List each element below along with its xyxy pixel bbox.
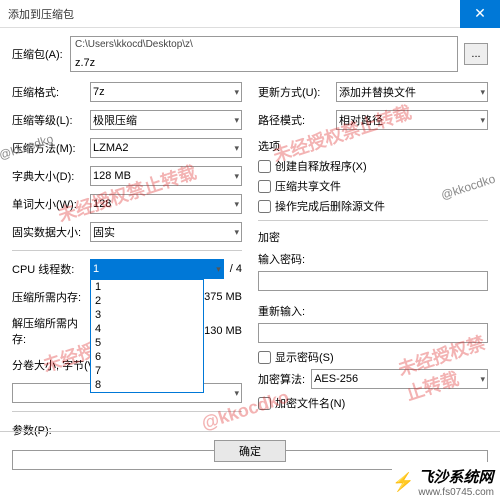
sfx-checkbox[interactable] bbox=[258, 160, 271, 173]
archive-filename: z.7z bbox=[75, 57, 453, 69]
archive-folder: C:\Users\kkocd\Desktop\z\ bbox=[75, 39, 453, 50]
chevron-down-icon: ▾ bbox=[480, 115, 485, 126]
chevron-down-icon: ▾ bbox=[480, 87, 485, 98]
archive-path-input[interactable]: C:\Users\kkocd\Desktop\z\ z.7z bbox=[70, 36, 458, 72]
update-label: 更新方式(U): bbox=[258, 84, 336, 100]
cpu-max: / 4 bbox=[230, 263, 242, 275]
delete-checkbox[interactable] bbox=[258, 200, 271, 213]
close-button[interactable]: ✕ bbox=[460, 0, 500, 28]
share-checkbox[interactable] bbox=[258, 180, 271, 193]
format-label: 压缩格式: bbox=[12, 84, 90, 100]
flame-icon: ⚡ bbox=[392, 472, 414, 493]
cpu-option[interactable]: 1 bbox=[91, 280, 203, 294]
browse-button[interactable]: ... bbox=[464, 43, 488, 65]
cpu-option[interactable]: 8 bbox=[91, 378, 203, 392]
update-select[interactable]: 添加并替换文件▾ bbox=[336, 82, 488, 102]
chevron-down-icon: ▾ bbox=[234, 227, 239, 238]
chevron-down-icon: ▾ bbox=[234, 87, 239, 98]
cpu-threads-dropdown[interactable]: 12345678 bbox=[90, 279, 204, 393]
encrypt-title: 加密 bbox=[258, 229, 488, 245]
algo-select[interactable]: AES-256▾ bbox=[311, 369, 488, 389]
cpu-option[interactable]: 6 bbox=[91, 350, 203, 364]
brand-name: 飞沙系统网 bbox=[418, 466, 494, 487]
showpw-label: 显示密码(S) bbox=[275, 349, 334, 365]
close-icon: ✕ bbox=[474, 5, 486, 22]
delete-label: 操作完成后删除源文件 bbox=[275, 198, 385, 214]
mem-decomp-label: 解压缩所需内存: bbox=[12, 315, 90, 347]
format-select[interactable]: 7z▾ bbox=[90, 82, 242, 102]
word-label: 单词大小(W): bbox=[12, 196, 90, 212]
options-title: 选项 bbox=[258, 138, 488, 154]
pw-label: 输入密码: bbox=[258, 251, 488, 267]
level-select[interactable]: 极限压缩▾ bbox=[90, 110, 242, 130]
pathmode-label: 路径模式: bbox=[258, 112, 336, 128]
mem-comp-label: 压缩所需内存: bbox=[12, 289, 90, 305]
encnames-label: 加密文件名(N) bbox=[275, 395, 345, 411]
sfx-label: 创建自释放程序(X) bbox=[275, 158, 367, 174]
cpu-option[interactable]: 4 bbox=[91, 322, 203, 336]
chevron-down-icon: ▾ bbox=[234, 388, 239, 399]
share-label: 压缩共享文件 bbox=[275, 178, 341, 194]
ok-button[interactable]: 确定 bbox=[214, 440, 286, 462]
algo-label: 加密算法: bbox=[258, 371, 305, 387]
method-select[interactable]: LZMA2▾ bbox=[90, 138, 242, 158]
encnames-checkbox[interactable] bbox=[258, 397, 271, 410]
chevron-down-icon: ▾ bbox=[234, 199, 239, 210]
cpu-label: CPU 线程数: bbox=[12, 261, 90, 277]
dict-select[interactable]: 128 MB▾ bbox=[90, 166, 242, 186]
pw2-label: 重新输入: bbox=[258, 303, 488, 319]
chevron-down-icon: ▾ bbox=[234, 115, 239, 126]
word-select[interactable]: 128▾ bbox=[90, 194, 242, 214]
level-label: 压缩等级(L): bbox=[12, 112, 90, 128]
window-title: 添加到压缩包 bbox=[8, 6, 74, 22]
showpw-checkbox[interactable] bbox=[258, 351, 271, 364]
brand-url: www.fs0745.com bbox=[418, 487, 494, 498]
password-confirm-input[interactable] bbox=[258, 323, 488, 343]
footer-logo: ⚡ 飞沙系统网 www.fs0745.com bbox=[392, 462, 494, 502]
chevron-down-icon: ▾ bbox=[234, 143, 239, 154]
chevron-down-icon: ▾ bbox=[216, 264, 221, 275]
cpu-option[interactable]: 5 bbox=[91, 336, 203, 350]
cpu-option[interactable]: 7 bbox=[91, 364, 203, 378]
solid-select[interactable]: 固实▾ bbox=[90, 222, 242, 242]
cpu-option[interactable]: 2 bbox=[91, 294, 203, 308]
archive-label: 压缩包(A): bbox=[12, 46, 64, 62]
dict-label: 字典大小(D): bbox=[12, 168, 90, 184]
cpu-threads-select[interactable]: 1▾ bbox=[90, 259, 224, 279]
chevron-down-icon: ▾ bbox=[480, 374, 485, 385]
pathmode-select[interactable]: 相对路径▾ bbox=[336, 110, 488, 130]
solid-label: 固实数据大小: bbox=[12, 224, 90, 240]
chevron-down-icon: ▾ bbox=[234, 171, 239, 182]
password-input[interactable] bbox=[258, 271, 488, 291]
cpu-option[interactable]: 3 bbox=[91, 308, 203, 322]
